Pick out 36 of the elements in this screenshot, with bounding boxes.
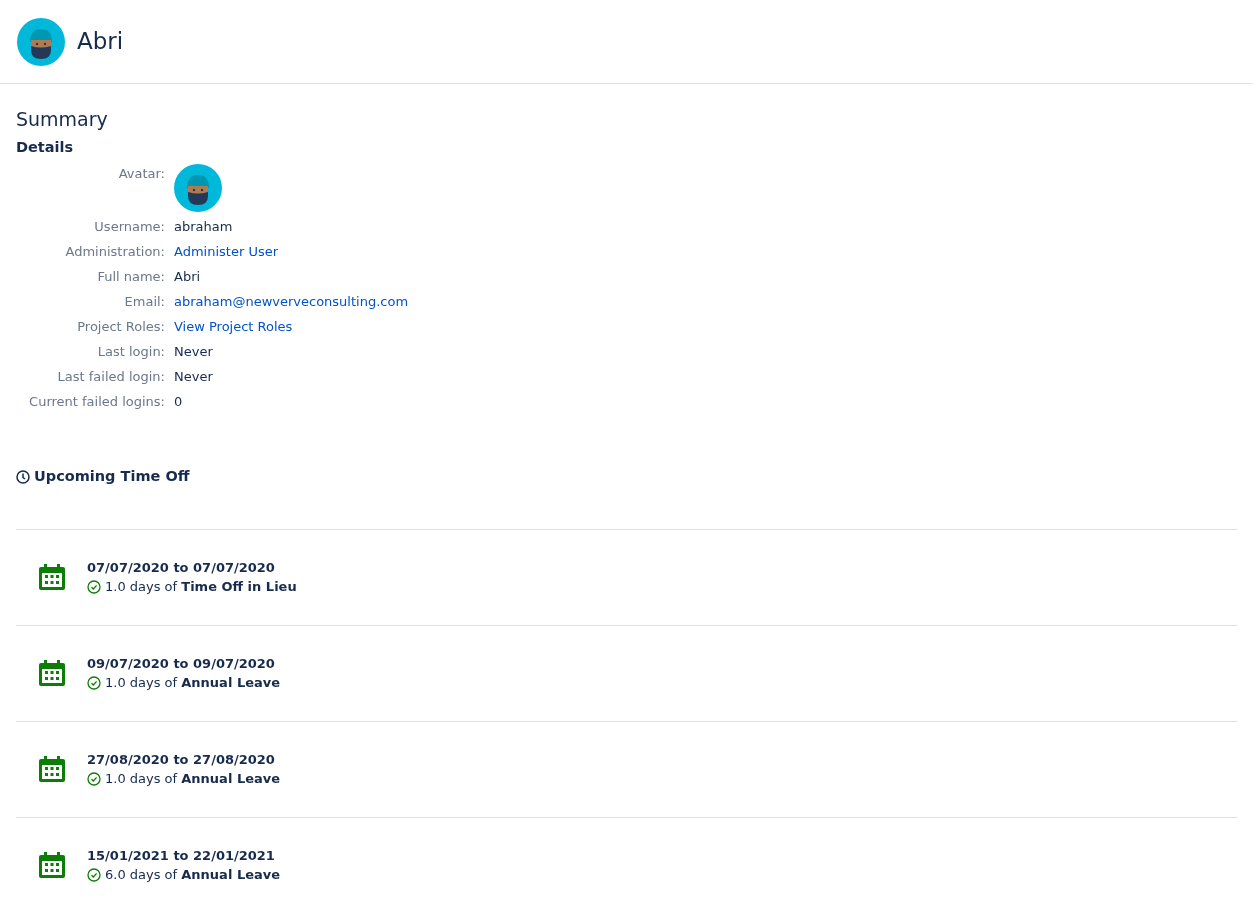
summary-heading: Summary: [16, 108, 109, 131]
time-off-heading: Upcoming Time Off: [34, 467, 190, 487]
calendar-icon: [37, 850, 67, 881]
field-label: Full name:: [96, 268, 166, 287]
date-range: 27/08/2020 to 27/08/2020: [87, 750, 276, 769]
field-label: Administration:: [64, 243, 166, 262]
field-value: Abri: [174, 269, 201, 285]
field-label: Email:: [123, 293, 166, 312]
date-range: 15/01/2021 to 22/01/2021: [87, 846, 276, 865]
field-link[interactable]: abraham@newverveconsulting.com: [174, 294, 409, 310]
field-value: abraham: [174, 219, 233, 235]
field-label: Last failed login:: [56, 368, 166, 387]
time-off-summary: 1.0 days of Annual Leave: [105, 770, 281, 789]
field-label: Last login:: [96, 343, 166, 362]
field-label: Avatar:: [117, 165, 166, 184]
field-label: Project Roles:: [76, 318, 166, 337]
clock-icon: [16, 470, 30, 485]
field-value: Never: [174, 369, 213, 385]
avatar-icon: [17, 17, 65, 66]
date-range: 09/07/2020 to 09/07/2020: [87, 654, 276, 673]
user-name-heading: Abri: [77, 27, 124, 56]
time-off-summary: 1.0 days of Time Off in Lieu: [105, 578, 297, 597]
avatar-icon: [174, 164, 222, 213]
calendar-icon: [37, 658, 67, 689]
field-value: Never: [174, 344, 213, 360]
field-label: Current failed logins:: [28, 393, 166, 412]
date-range: 07/07/2020 to 07/07/2020: [87, 558, 276, 577]
calendar-icon: [37, 754, 67, 785]
calendar-icon: [37, 562, 67, 593]
time-off-summary: 6.0 days of Annual Leave: [105, 866, 281, 885]
field-link[interactable]: Administer User: [174, 244, 279, 260]
time-off-summary: 1.0 days of Annual Leave: [105, 674, 281, 693]
field-value: 0: [174, 394, 183, 410]
field-label: Username:: [93, 218, 166, 237]
field-link[interactable]: View Project Roles: [174, 319, 293, 335]
details-heading: Details: [16, 138, 75, 157]
